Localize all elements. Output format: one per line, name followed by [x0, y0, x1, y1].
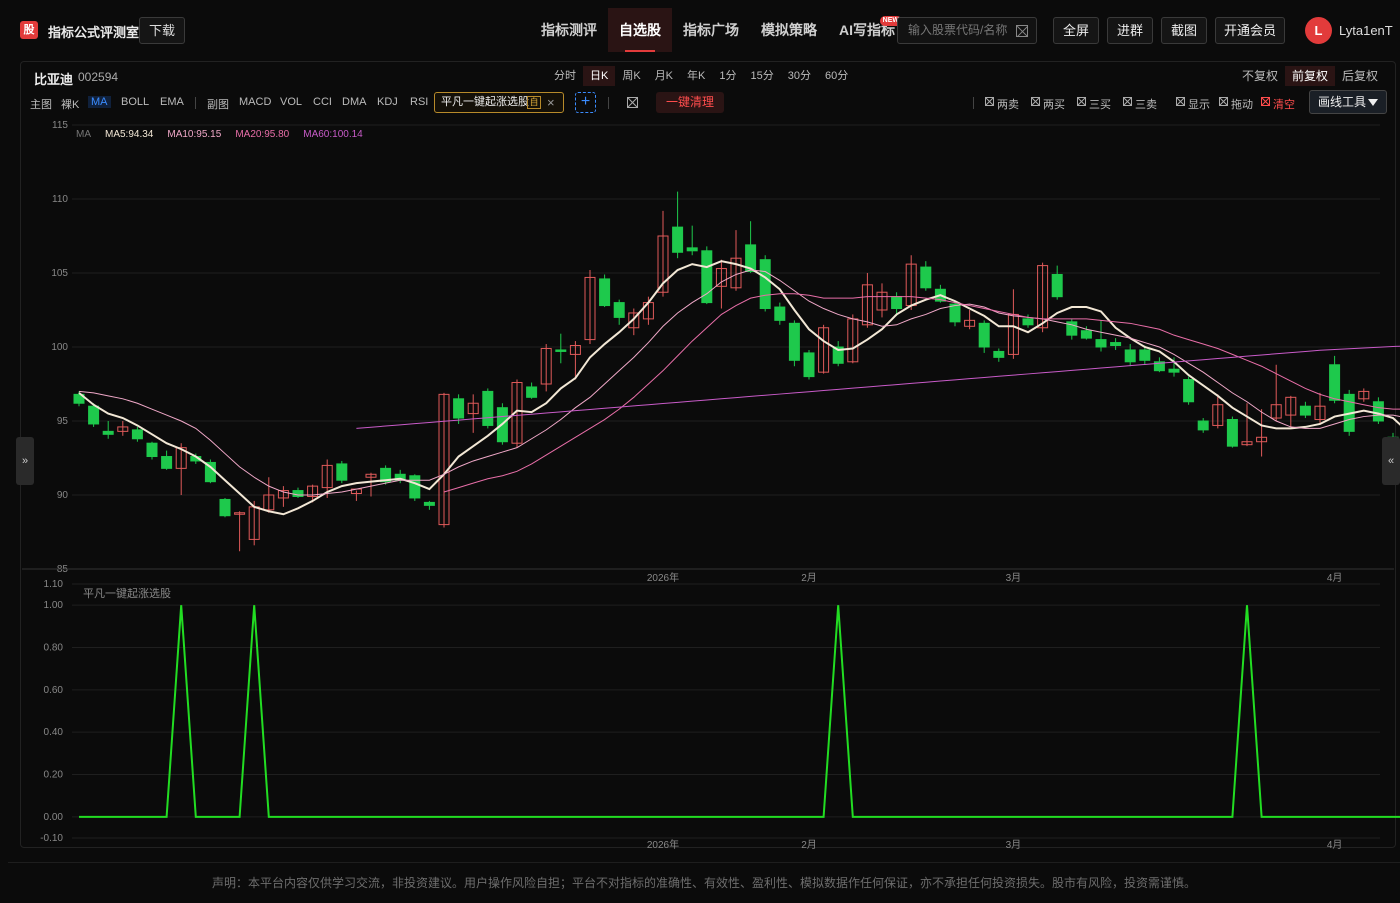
x-tick-label: 2月 [801, 572, 817, 584]
candle-body [686, 247, 698, 252]
candle-body [102, 430, 114, 435]
y-tick-label: 115 [52, 120, 68, 131]
y-tick-label: 0.20 [44, 770, 64, 781]
expand-right-icon[interactable]: « [1382, 437, 1400, 485]
disclaimer: 声明：本平台内容仅供学习交流，非投资建议。用户操作风险自担；平台不对指标的准确性… [8, 862, 1400, 900]
candle-body [701, 250, 713, 304]
candle-body [1139, 349, 1151, 361]
candle-body [219, 498, 231, 517]
candle-body [613, 302, 625, 318]
candlestick-chart[interactable]: 8590951001051101152026年 2月 3月 4月-0.100.000.… [0, 0, 1400, 900]
candle-body [409, 475, 421, 499]
x-tick-label: 3月 [1006, 839, 1022, 851]
y-tick-label: 105 [51, 268, 68, 279]
candle-body [803, 352, 815, 378]
candle-body [555, 349, 567, 352]
disclaimer-text: 声明：本平台内容仅供学习交流，非投资建议。用户操作风险自担；平台不对指标的准确性… [211, 876, 1196, 890]
candle-body [482, 390, 494, 426]
candle-body [759, 259, 771, 310]
y-tick-label: 0.80 [44, 643, 64, 654]
y-tick-label: 0.60 [44, 685, 64, 696]
y-tick-label: 0.40 [44, 727, 64, 738]
candle-body [146, 442, 158, 458]
candle-body [131, 429, 143, 440]
y-tick-label: 0.00 [44, 812, 64, 823]
candle-body [978, 322, 990, 348]
y-tick-label: 1.10 [44, 579, 64, 590]
ma5-line [78, 260, 1400, 516]
candle-body [1051, 273, 1063, 298]
candle-body [526, 386, 538, 398]
y-tick-label: 95 [57, 416, 69, 427]
candle-body [1183, 379, 1195, 403]
candle-body [993, 350, 1005, 358]
candle-body [891, 296, 903, 310]
candle-body [88, 405, 100, 425]
y-tick-label: 90 [57, 490, 69, 501]
candle-body [161, 456, 173, 469]
candle-body [1168, 368, 1180, 373]
candle-body [1022, 318, 1034, 326]
x-tick-label: 2026年 [647, 838, 679, 851]
candle-body [1124, 349, 1136, 363]
candle-body [599, 278, 611, 307]
sub-chart-title: 平凡一键起涨选股 [83, 586, 171, 600]
y-tick-label: -0.10 [40, 833, 63, 844]
candle-body [672, 226, 684, 253]
signal-line [79, 605, 1400, 818]
candle-body [774, 306, 786, 321]
candle-body [292, 490, 304, 497]
candle-body [1299, 405, 1311, 416]
y-tick-label: 1.00 [44, 600, 64, 611]
candle-body [423, 501, 435, 506]
expand-left-icon[interactable]: » [16, 437, 34, 485]
ma20-line [443, 293, 1400, 493]
y-tick-label: 110 [52, 194, 68, 205]
candle-body [336, 463, 348, 481]
candle-body [1095, 339, 1107, 348]
candle-body [1110, 342, 1122, 347]
candle-body [788, 322, 800, 361]
candle-body [1226, 419, 1238, 447]
ma60-line [356, 345, 1400, 429]
candle-body [1372, 401, 1384, 422]
x-tick-label: 3月 [1006, 572, 1022, 584]
x-tick-label: 2月 [801, 839, 817, 851]
candle-body [1080, 330, 1092, 339]
x-tick-label: 4月 [1327, 572, 1343, 584]
candle-body [1197, 420, 1209, 431]
candle-body [1329, 364, 1341, 401]
candle-body [453, 398, 465, 419]
y-tick-label: 100 [51, 342, 68, 353]
x-tick-label: 4月 [1327, 839, 1343, 851]
candle-body [920, 266, 932, 289]
x-tick-label: 2026年 [647, 571, 679, 584]
